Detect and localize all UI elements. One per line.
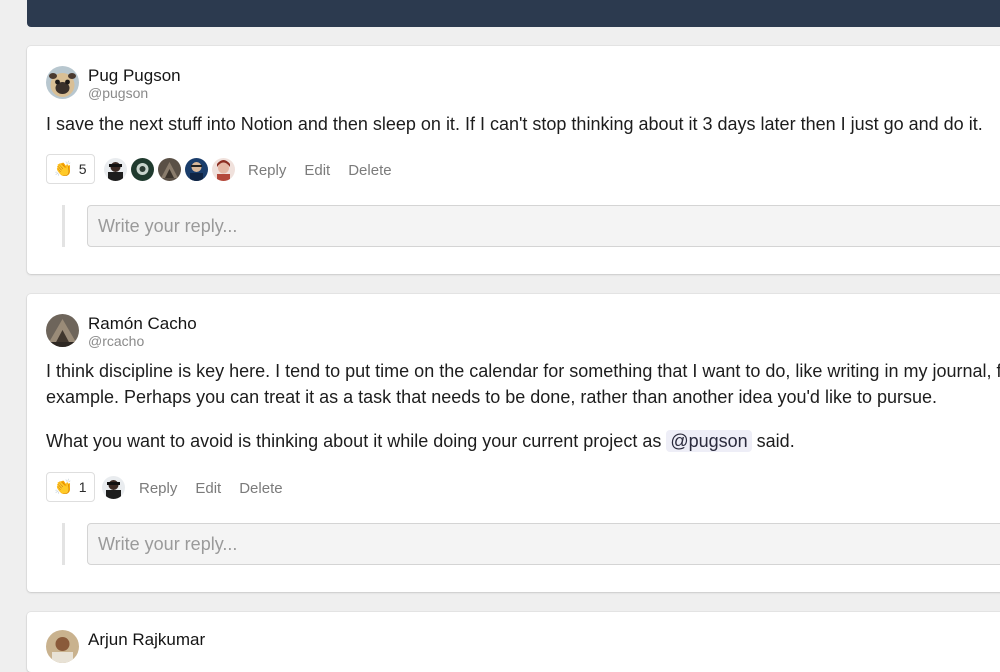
reaction-count: 5 [78, 161, 87, 177]
comment-card: Arjun Rajkumar [27, 612, 1000, 672]
clapping-hands-icon: 👏 [54, 479, 73, 496]
reaction-count: 1 [78, 479, 87, 495]
clap-reaction-button[interactable]: 👏 1 [46, 472, 96, 502]
pug-avatar[interactable] [46, 66, 79, 99]
comment-paragraph: example. Perhaps you can treat it as a t… [46, 387, 937, 407]
user-mention[interactable]: @pugson [666, 430, 752, 452]
reactor-avatars [102, 476, 125, 499]
reply-thread-line [62, 205, 65, 247]
comment-author-handle: @pugson [88, 85, 149, 101]
paragraph-text: What you want to avoid is thinking about… [46, 431, 667, 451]
comment-body: I think discipline is key here. I tend t… [46, 358, 1000, 454]
reply-input[interactable] [87, 205, 1000, 247]
comment-author-handle: @rcacho [88, 333, 145, 349]
comment-author-name[interactable]: Ramón Cacho [88, 314, 197, 334]
reactor-avatars [104, 158, 235, 181]
paragraph-text: said. [751, 431, 795, 451]
delete-link[interactable]: Delete [239, 480, 282, 497]
reactor-avatar-5[interactable] [212, 158, 235, 181]
clap-reaction-button[interactable]: 👏 5 [46, 154, 96, 184]
clapping-hands-icon: 👏 [54, 161, 73, 178]
delete-link[interactable]: Delete [348, 162, 391, 179]
comment-paragraph: I think discipline is key here. I tend t… [46, 361, 1000, 381]
reply-thread-line [62, 523, 65, 565]
comment-author-name[interactable]: Pug Pugson [88, 66, 181, 86]
reactor-avatar-4[interactable] [185, 158, 208, 181]
comment-card: Ramón Cacho @rcacho I think discipline i… [27, 294, 1000, 592]
reply-input[interactable] [87, 523, 1000, 565]
reactor-avatar-3[interactable] [158, 158, 181, 181]
comment-paragraph: I save the next stuff into Notion and th… [46, 114, 983, 134]
mountain-avatar[interactable] [46, 314, 79, 347]
reply-link[interactable]: Reply [248, 162, 286, 179]
reactor-avatar-1[interactable] [102, 476, 125, 499]
edit-link[interactable]: Edit [304, 162, 330, 179]
comment-author-name[interactable]: Arjun Rajkumar [88, 630, 205, 650]
comment-actions: Reply Edit Delete [248, 162, 392, 179]
comment-body: I save the next stuff into Notion and th… [46, 111, 983, 137]
reply-link[interactable]: Reply [139, 480, 177, 497]
comment-card: Pug Pugson @pugson I save the next stuff… [27, 46, 1000, 274]
edit-link[interactable]: Edit [195, 480, 221, 497]
person-avatar[interactable] [46, 630, 79, 663]
top-navigation-bar [27, 0, 1000, 27]
comment-actions: Reply Edit Delete [139, 480, 283, 497]
reactor-avatar-1[interactable] [104, 158, 127, 181]
comment-paragraph: What you want to avoid is thinking about… [46, 428, 1000, 454]
reactor-avatar-2[interactable] [131, 158, 154, 181]
